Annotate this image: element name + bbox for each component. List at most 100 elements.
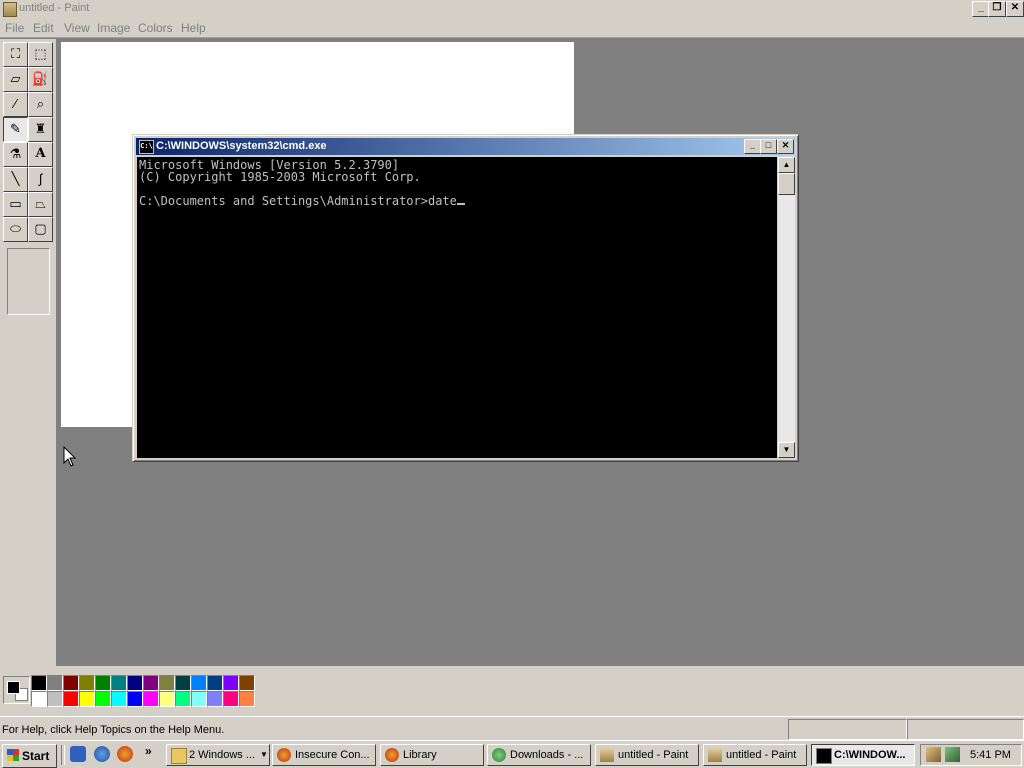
task-button-paint-2[interactable]: untitled - Paint bbox=[703, 744, 807, 766]
scroll-up-icon[interactable]: ▲ bbox=[778, 157, 795, 173]
restore-button[interactable]: ❐ bbox=[988, 1, 1006, 17]
palette-swatch[interactable] bbox=[111, 691, 127, 707]
pencil-tool[interactable]: ✎ bbox=[3, 117, 28, 142]
paint-app-icon[interactable] bbox=[3, 2, 17, 17]
cmd-maximize-button[interactable]: □ bbox=[760, 139, 777, 154]
palette-swatch[interactable] bbox=[95, 675, 111, 691]
menu-file[interactable]: File bbox=[5, 21, 24, 35]
cmd-minimize-button[interactable]: _ bbox=[744, 139, 761, 154]
color-palette bbox=[0, 666, 1024, 716]
rectangle-tool[interactable]: ▭ bbox=[3, 192, 28, 217]
status-pane-size bbox=[907, 719, 1024, 740]
scroll-thumb[interactable] bbox=[778, 173, 795, 195]
palette-swatch[interactable] bbox=[223, 691, 239, 707]
free-form-select-tool[interactable]: ⛶ bbox=[3, 42, 28, 67]
palette-swatch[interactable] bbox=[127, 675, 143, 691]
palette-swatch[interactable] bbox=[223, 675, 239, 691]
menu-help[interactable]: Help bbox=[181, 21, 206, 35]
scroll-down-icon[interactable]: ▼ bbox=[778, 442, 795, 458]
task-button-cmd[interactable]: C:\WINDOW... bbox=[811, 744, 915, 766]
polygon-tool[interactable]: ⏢ bbox=[28, 192, 53, 217]
clock[interactable]: 5:41 PM bbox=[970, 749, 1011, 761]
palette-swatch[interactable] bbox=[143, 675, 159, 691]
quick-launch-divider bbox=[61, 745, 65, 765]
firefox-icon bbox=[277, 748, 291, 762]
brush-tool[interactable]: ♜ bbox=[28, 117, 53, 142]
window-title: untitled - Paint bbox=[19, 2, 90, 14]
taskbar: Start » 2 Windows ... ▼ Insecure Con... … bbox=[0, 740, 1024, 768]
tool-options-box[interactable] bbox=[7, 248, 50, 315]
menu-view[interactable]: View bbox=[64, 21, 90, 35]
palette-swatch[interactable] bbox=[79, 691, 95, 707]
show-desktop-icon[interactable] bbox=[70, 746, 86, 762]
palette-swatch[interactable] bbox=[31, 675, 47, 691]
menu-edit[interactable]: Edit bbox=[33, 21, 54, 35]
cmd-title-bar[interactable]: C:\ C:\WINDOWS\system32\cmd.exe _ □ ✕ bbox=[136, 138, 795, 155]
rounded-rectangle-tool[interactable]: ▢ bbox=[28, 217, 53, 242]
close-button[interactable]: ✕ bbox=[1006, 1, 1024, 17]
console-output[interactable]: Microsoft Windows [Version 5.2.3790] (C)… bbox=[137, 157, 777, 458]
tray-app-icon[interactable] bbox=[926, 747, 941, 762]
magnifier-tool[interactable]: ⌕ bbox=[28, 92, 53, 117]
palette-swatch[interactable] bbox=[239, 675, 255, 691]
palette-swatch[interactable] bbox=[191, 691, 207, 707]
palette-swatch[interactable] bbox=[79, 675, 95, 691]
task-button-paint-1[interactable]: untitled - Paint bbox=[595, 744, 699, 766]
start-button[interactable]: Start bbox=[2, 744, 57, 768]
windows-logo-icon bbox=[7, 749, 19, 761]
palette-swatch[interactable] bbox=[31, 691, 47, 707]
palette-swatch[interactable] bbox=[47, 691, 63, 707]
menu-colors[interactable]: Colors bbox=[138, 21, 173, 35]
task-button-windows-group[interactable]: 2 Windows ... ▼ bbox=[166, 744, 270, 766]
palette-swatch[interactable] bbox=[63, 675, 79, 691]
eraser-tool[interactable]: ▱ bbox=[3, 67, 28, 92]
start-label: Start bbox=[22, 749, 50, 763]
airbrush-tool[interactable]: ⚗ bbox=[3, 142, 28, 167]
palette-swatch[interactable] bbox=[95, 691, 111, 707]
palette-swatch[interactable] bbox=[127, 691, 143, 707]
task-label: C:\WINDOW... bbox=[834, 749, 906, 761]
task-button-insecure-connection[interactable]: Insecure Con... bbox=[272, 744, 376, 766]
firefox-icon[interactable] bbox=[117, 746, 133, 762]
line-tool[interactable]: ╲ bbox=[3, 167, 28, 192]
paint-title-bar[interactable]: untitled - Paint _ ❐ ✕ bbox=[0, 0, 1024, 18]
pick-color-tool[interactable]: ⁄ bbox=[3, 92, 28, 117]
task-label: Library bbox=[403, 749, 437, 761]
palette-swatch[interactable] bbox=[63, 691, 79, 707]
palette-swatch[interactable] bbox=[207, 691, 223, 707]
menu-image[interactable]: Image bbox=[97, 21, 130, 35]
text-cursor bbox=[456, 203, 465, 205]
text-tool[interactable]: A bbox=[28, 142, 53, 167]
cmd-vertical-scrollbar[interactable]: ▲ ▼ bbox=[778, 157, 795, 458]
palette-swatch[interactable] bbox=[191, 675, 207, 691]
current-colors[interactable] bbox=[3, 676, 30, 704]
task-button-library[interactable]: Library bbox=[380, 744, 484, 766]
cmd-icon[interactable]: C:\ bbox=[139, 140, 154, 154]
palette-swatch[interactable] bbox=[175, 691, 191, 707]
palette-swatch[interactable] bbox=[159, 675, 175, 691]
cmd-window[interactable]: C:\ C:\WINDOWS\system32\cmd.exe _ □ ✕ Mi… bbox=[132, 134, 799, 462]
foreground-color-swatch bbox=[7, 681, 20, 694]
task-button-downloads[interactable]: Downloads - ... bbox=[487, 744, 591, 766]
quick-launch-more-button[interactable]: » bbox=[145, 744, 152, 758]
palette-swatch[interactable] bbox=[111, 675, 127, 691]
ellipse-tool[interactable]: ⬭ bbox=[3, 217, 28, 242]
internet-explorer-icon[interactable] bbox=[94, 746, 110, 762]
mouse-pointer-icon bbox=[63, 446, 77, 467]
palette-swatch[interactable] bbox=[239, 691, 255, 707]
fill-tool[interactable]: ⛽ bbox=[28, 67, 53, 92]
palette-swatch[interactable] bbox=[207, 675, 223, 691]
palette-swatch[interactable] bbox=[143, 691, 159, 707]
select-tool[interactable]: ⬚ bbox=[28, 42, 53, 67]
cmd-close-button[interactable]: ✕ bbox=[777, 139, 794, 154]
palette-swatch[interactable] bbox=[47, 675, 63, 691]
palette-swatch[interactable] bbox=[159, 691, 175, 707]
palette-swatch[interactable] bbox=[175, 675, 191, 691]
console-line: (C) Copyright 1985-2003 Microsoft Corp. bbox=[139, 170, 421, 184]
network-icon[interactable] bbox=[945, 747, 960, 762]
console-prompt: C:\Documents and Settings\Administrator>… bbox=[139, 194, 457, 208]
menu-bar: File Edit View Image Colors Help bbox=[0, 18, 1024, 38]
curve-tool[interactable]: ∫ bbox=[28, 167, 53, 192]
task-label: Downloads - ... bbox=[510, 749, 584, 761]
status-message: For Help, click Help Topics on the Help … bbox=[2, 724, 225, 736]
